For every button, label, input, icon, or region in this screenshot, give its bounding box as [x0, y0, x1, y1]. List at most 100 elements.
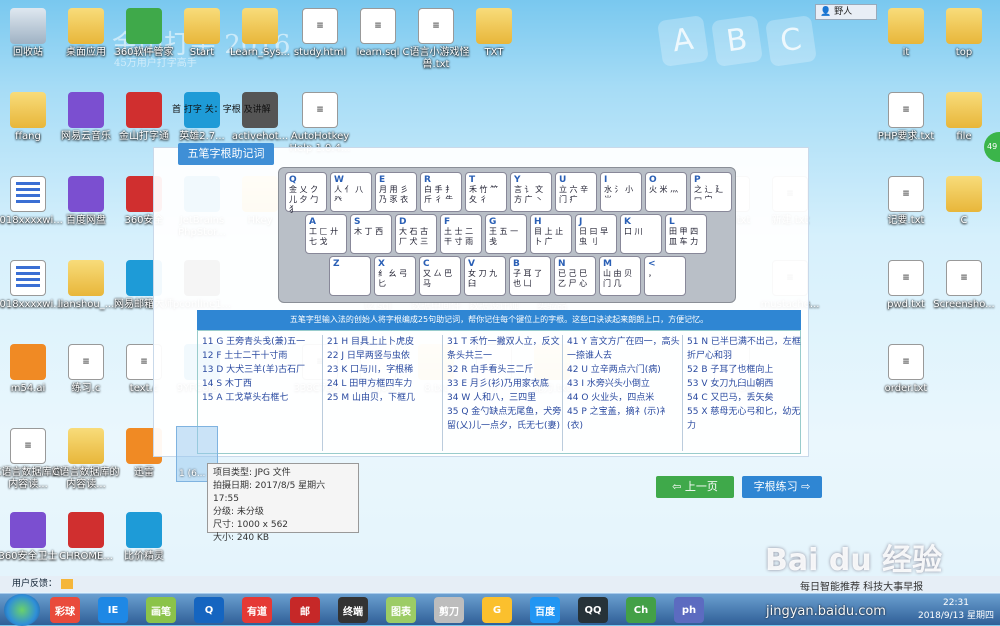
- key-letter: U: [559, 175, 567, 185]
- feedback-label: 用户反馈：: [12, 579, 58, 589]
- mnemonic-line: 42 U 立辛两点六门(病): [567, 365, 661, 375]
- key-a[interactable]: A工 匚 廾 七 戈: [305, 214, 347, 254]
- taskbar-app-icon: Ch: [633, 604, 649, 616]
- app-icon: [126, 92, 162, 128]
- taskbar-app[interactable]: 终端: [338, 597, 368, 623]
- taskbar-app[interactable]: Q: [194, 597, 224, 623]
- taskbar-app[interactable]: ph: [674, 597, 704, 623]
- mnemonic-column: 11 G 王旁青头戋(兼)五一 12 F 土士二干十寸雨 13 D 大犬三羊(羊)古…: [202, 335, 322, 405]
- desktop-icon[interactable]: TXT: [458, 8, 530, 59]
- taskbar-app-icon: 有道: [247, 606, 267, 618]
- key-w[interactable]: W人 亻 八 癶: [330, 172, 372, 212]
- taskbar-app[interactable]: 邮: [290, 597, 320, 623]
- taskbar-app-icon: 剪刀: [439, 606, 459, 618]
- arrow-left-icon: ⇦: [672, 480, 685, 493]
- key-z[interactable]: Z: [329, 256, 371, 296]
- app-icon: [68, 512, 104, 548]
- key-r[interactable]: R白 手 扌 斤 彳 ⺧: [420, 172, 462, 212]
- key-u[interactable]: U立 六 辛 门 疒: [555, 172, 597, 212]
- key-letter: <: [648, 259, 656, 269]
- key-n[interactable]: N已 己 巳 乙 尸 心: [554, 256, 596, 296]
- key-i[interactable]: I水 氵 小 ⺌: [600, 172, 642, 212]
- mnemonic-line: 24 L 田甲方框四车力: [327, 379, 413, 389]
- key-h[interactable]: H目 上 止 卜 广: [530, 214, 572, 254]
- taskbar-app-icon: G: [492, 604, 502, 616]
- key-d[interactable]: D大 石 古 厂 犬 三: [395, 214, 437, 254]
- desktop-icon[interactable]: 比价精灵: [108, 512, 180, 563]
- doc-icon: ≡: [10, 428, 46, 464]
- key-letter: S: [354, 217, 361, 227]
- key-letter: I: [604, 175, 608, 185]
- key-p[interactable]: P之 辶 廴 冖 宀: [690, 172, 732, 212]
- mnemonic-column: 51 N 已半巳满不出己，左框折尸心和羽 52 B 子耳了也框向上 53 V 女刀九…: [682, 335, 802, 451]
- taskbar-app[interactable]: 剪刀: [434, 597, 464, 623]
- key-b[interactable]: B子 耳 了 也 凵: [509, 256, 551, 296]
- key-letter: Z: [333, 259, 340, 269]
- taskbar-app[interactable]: 有道: [242, 597, 272, 623]
- key-radicals: 木 丁 西: [354, 227, 384, 236]
- prev-page-button[interactable]: ⇦ 上一页: [656, 476, 734, 498]
- desktop-icon[interactable]: top: [928, 8, 1000, 59]
- clock[interactable]: 22:31 2018/9/13 星期四: [918, 597, 994, 623]
- key-radicals: 纟 幺 弓 匕: [378, 269, 408, 288]
- desktop-icon[interactable]: ≡ Screensho...: [928, 260, 1000, 311]
- app-icon: [10, 512, 46, 548]
- key-letter: X: [378, 259, 385, 269]
- taskbar-app-icon: 彩球: [55, 606, 75, 618]
- app-icon: [126, 512, 162, 548]
- key-letter: H: [534, 217, 542, 227]
- taskbar-app[interactable]: Ch: [626, 597, 656, 623]
- key-t[interactable]: T禾 竹 ⺮ 夂 彳: [465, 172, 507, 212]
- taskbar-app[interactable]: 彩球: [50, 597, 80, 623]
- key-s[interactable]: S木 丁 西: [350, 214, 392, 254]
- key-letter: O: [649, 175, 657, 185]
- key-radicals: 又 厶 巴 马: [423, 269, 453, 288]
- practice-button[interactable]: 字根练习 ⇨: [742, 476, 822, 498]
- taskbar-app-icon: 图表: [391, 606, 411, 618]
- doc-icon: ≡: [888, 176, 924, 212]
- mnemonic-line: 32 R 白手看头三二斤: [447, 365, 534, 375]
- key-j[interactable]: J日 曰 早 虫 刂: [575, 214, 617, 254]
- user-button[interactable]: 👤 野人: [815, 4, 877, 20]
- key-k[interactable]: K口 川: [620, 214, 662, 254]
- tooltip-line: 拍摄日期: 2017/8/5 星期六 17:55: [213, 481, 326, 504]
- desktop-icon[interactable]: C: [928, 176, 1000, 227]
- key-letter: P: [694, 175, 701, 185]
- key-x[interactable]: X纟 幺 弓 匕: [374, 256, 416, 296]
- feedback-icon[interactable]: [61, 578, 74, 589]
- key-l[interactable]: L田 甲 四 皿 车 力: [665, 214, 707, 254]
- taskbar-app[interactable]: G: [482, 597, 512, 623]
- desktop-icon[interactable]: ≡ order.txt: [870, 344, 942, 395]
- taskbar-app[interactable]: 百度: [530, 597, 560, 623]
- key-q[interactable]: Q金 乂 ク 儿 夕 勹 犭: [285, 172, 327, 214]
- key-m[interactable]: M山 由 贝 门 几: [599, 256, 641, 296]
- key-v[interactable]: V女 刀 九 臼: [464, 256, 506, 296]
- taskbar-app[interactable]: 图表: [386, 597, 416, 623]
- key-e[interactable]: E月 用 彡 乃 豕 衣: [375, 172, 417, 212]
- abc-block-b: B: [711, 15, 763, 67]
- taskbar-app[interactable]: 画笔: [146, 597, 176, 623]
- menu-bar: 首 打字 关：字根 及讲解: [172, 105, 271, 115]
- key-o[interactable]: O火 米 灬: [645, 172, 687, 212]
- key-radicals: 日 曰 早 虫 刂: [579, 227, 609, 246]
- taskbar-app[interactable]: IE: [98, 597, 128, 623]
- doc-icon: ≡: [360, 8, 396, 44]
- key-c[interactable]: C又 厶 巴 马: [419, 256, 461, 296]
- desktop-icon[interactable]: ≡AutoHotkey Help 1.0.4...: [284, 92, 356, 155]
- start-button[interactable]: [4, 594, 40, 626]
- key-letter: J: [579, 217, 583, 227]
- sheet-icon: [10, 260, 46, 296]
- abc-block-c: C: [765, 15, 817, 67]
- key-letter: N: [558, 259, 566, 269]
- key-comma[interactable]: <，: [644, 256, 686, 296]
- practice-label: 字根练习: [753, 480, 798, 493]
- key-g[interactable]: G王 五 一 戋: [485, 214, 527, 254]
- key-y[interactable]: Y言 讠 文 方 广 丶: [510, 172, 552, 212]
- mnemonic-line: 45 P 之宝盖，摘礻(示)衤(衣): [567, 407, 669, 431]
- bottom-banner[interactable]: 每日智能推荐 科技大事早报: [800, 578, 923, 593]
- taskbar-app[interactable]: QQ: [578, 597, 608, 623]
- key-radicals: 立 六 辛 门 疒: [559, 185, 589, 204]
- taskbar-app-icon: 百度: [535, 606, 555, 618]
- key-radicals: 月 用 彡 乃 豕 衣: [379, 185, 409, 204]
- key-f[interactable]: F土 士 二 干 寸 雨: [440, 214, 482, 254]
